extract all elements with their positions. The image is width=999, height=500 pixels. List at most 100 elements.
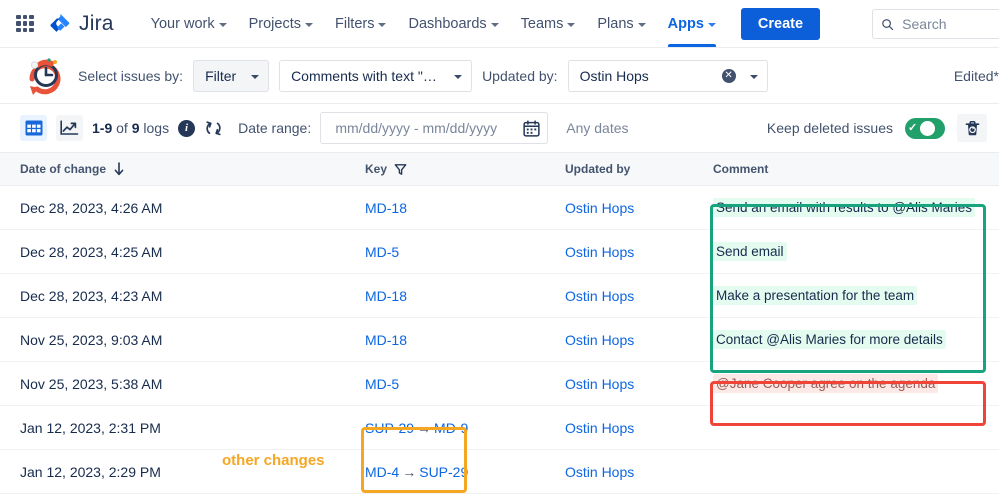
table-row[interactable]: Jan 12, 2023, 2:31 PM SUP-29 → MD-9 Ostin Ho… <box>0 406 999 450</box>
user-link[interactable]: Ostin Hops <box>565 464 634 480</box>
table-header-row: Date of change Key Updated by Comment <box>0 152 999 186</box>
cell-comment: Make a presentation for the team <box>713 286 985 305</box>
user-link[interactable]: Ostin Hops <box>565 244 634 260</box>
issue-key-link[interactable]: MD-5 <box>365 244 399 260</box>
column-label: Date of change <box>20 162 107 176</box>
issue-key-link[interactable]: MD-18 <box>365 332 407 348</box>
clock-history-santa-icon <box>29 57 61 95</box>
issue-key-link[interactable]: MD-4 <box>365 464 399 480</box>
updated-by-select[interactable]: Ostin Hops ✕ <box>567 59 768 92</box>
column-header-comment[interactable]: Comment <box>713 162 985 176</box>
cell-updated-by: Ostin Hops <box>565 288 713 304</box>
cell-key: MD-5 <box>365 376 565 392</box>
sort-desc-arrow-icon <box>114 162 124 176</box>
filter-icon[interactable] <box>394 163 407 176</box>
keep-deleted-issues-label: Keep deleted issues <box>766 120 893 136</box>
table-row[interactable]: Nov 25, 2023, 5:38 AM MD-5 Ostin Hops @Jane… <box>0 362 999 406</box>
user-link[interactable]: Ostin Hops <box>565 200 634 216</box>
issue-key-link[interactable]: MD-5 <box>365 376 399 392</box>
nav-label: Teams <box>520 15 564 32</box>
table-row[interactable]: Jan 12, 2023, 2:29 PM MD-4 → SUP-29 Ostin Ho… <box>0 450 999 494</box>
arrow-right-icon: → <box>417 419 432 436</box>
chart-view-icon[interactable] <box>56 115 83 141</box>
clear-icon[interactable]: ✕ <box>721 68 736 83</box>
column-label: Key <box>365 162 388 176</box>
nav-item-plans[interactable]: Plans <box>586 2 656 46</box>
user-link[interactable]: Ostin Hops <box>565 332 634 348</box>
table-row[interactable]: Dec 28, 2023, 4:23 AM MD-18 Ostin Hops Make… <box>0 274 999 318</box>
nav-item-apps[interactable]: Apps <box>657 2 727 47</box>
cell-key: MD-18 <box>365 288 565 304</box>
cell-updated-by: Ostin Hops <box>565 244 713 260</box>
cell-updated-by: Ostin Hops <box>565 332 713 348</box>
table-view-glyph <box>25 120 42 136</box>
toggle-knob <box>920 120 936 136</box>
cell-comment: Contact @Alis Maries for more details <box>713 330 985 349</box>
table-view-icon[interactable] <box>20 115 47 141</box>
nav-label: Your work <box>150 15 215 32</box>
cell-date-of-change: Nov 25, 2023, 9:03 AM <box>20 331 163 348</box>
table-row[interactable]: Nov 25, 2023, 9:03 AM MD-18 Ostin Hops Cont… <box>0 318 999 362</box>
annotation-label-other-changes: other changes <box>222 452 325 469</box>
cell-updated-by: Ostin Hops <box>565 376 713 392</box>
filter-type-value: Filter <box>205 67 237 84</box>
filter-type-select[interactable]: Filter <box>193 59 270 92</box>
issue-key-link[interactable]: MD-18 <box>365 200 407 216</box>
date-range-field[interactable] <box>320 112 549 144</box>
issue-key-link-new[interactable]: MD-9 <box>434 420 468 436</box>
global-navigation-bar: Jira Your work Projects Filters Dashboar… <box>0 0 999 48</box>
select-issues-by-label: Select issues by: <box>78 67 184 84</box>
column-header-updated-by[interactable]: Updated by <box>565 162 713 176</box>
date-range-input[interactable] <box>321 120 512 136</box>
create-button[interactable]: Create <box>740 7 821 40</box>
nav-item-projects[interactable]: Projects <box>238 2 324 46</box>
table-row[interactable]: Dec 28, 2023, 4:25 AM MD-5 Ostin Hops Send … <box>0 230 999 274</box>
issue-key-link[interactable]: SUP-29 <box>365 420 414 436</box>
arrow-right-icon: → <box>402 463 417 480</box>
app-switcher-icon[interactable] <box>14 13 36 35</box>
app-root: Jira Your work Projects Filters Dashboar… <box>0 0 999 500</box>
search-input[interactable] <box>902 16 999 32</box>
chevron-down-icon <box>251 74 260 79</box>
chevron-down-icon <box>749 74 758 79</box>
nav-label: Plans <box>597 15 634 32</box>
count-of: of <box>112 120 132 136</box>
nav-item-teams[interactable]: Teams <box>510 2 587 46</box>
table-row[interactable]: Dec 28, 2023, 4:26 AM MD-18 Ostin Hops Send… <box>0 186 999 230</box>
cell-date-of-change: Dec 28, 2023, 4:23 AM <box>20 287 163 304</box>
updated-by-label: Updated by: <box>482 67 558 84</box>
cell-key: MD-18 <box>365 200 565 216</box>
column-label: Comment <box>713 162 769 176</box>
nav-label: Dashboards <box>408 15 487 32</box>
chevron-down-icon <box>567 22 576 27</box>
cell-comment: Send email <box>713 242 985 261</box>
trash-button[interactable] <box>957 114 987 142</box>
user-link[interactable]: Ostin Hops <box>565 288 634 304</box>
chevron-down-icon <box>304 22 313 27</box>
user-link[interactable]: Ostin Hops <box>565 376 634 392</box>
nav-item-dashboards[interactable]: Dashboards <box>397 2 509 46</box>
column-header-key[interactable]: Key <box>365 162 565 176</box>
comments-filter-select[interactable]: Comments with text "em… <box>279 59 473 92</box>
jira-brand[interactable]: Jira <box>48 12 114 36</box>
cell-updated-by: Ostin Hops <box>565 200 713 216</box>
info-icon[interactable]: i <box>178 119 196 137</box>
issue-key-link-new[interactable]: SUP-29 <box>419 464 468 480</box>
edited-indicator: Edited* <box>953 67 999 84</box>
nav-item-filters[interactable]: Filters <box>324 2 397 46</box>
column-label: Updated by <box>565 162 631 176</box>
column-header-date-of-change[interactable]: Date of change <box>20 162 365 176</box>
user-link[interactable]: Ostin Hops <box>565 420 634 436</box>
nav-item-your-work[interactable]: Your work <box>140 2 238 46</box>
cell-updated-by: Ostin Hops <box>565 464 713 480</box>
filter-bar: Select issues by: Filter Comments with t… <box>0 48 999 104</box>
chevron-down-icon <box>490 22 499 27</box>
calendar-icon[interactable] <box>523 119 540 137</box>
cell-key: MD-18 <box>365 332 565 348</box>
any-dates-label: Any dates <box>566 120 629 136</box>
cell-date-of-change: Nov 25, 2023, 5:38 AM <box>20 375 163 392</box>
refresh-icon[interactable] <box>204 120 223 137</box>
issue-key-link[interactable]: MD-18 <box>365 288 407 304</box>
global-search[interactable] <box>872 9 999 39</box>
keep-deleted-issues-toggle[interactable]: ✓ <box>905 117 945 139</box>
